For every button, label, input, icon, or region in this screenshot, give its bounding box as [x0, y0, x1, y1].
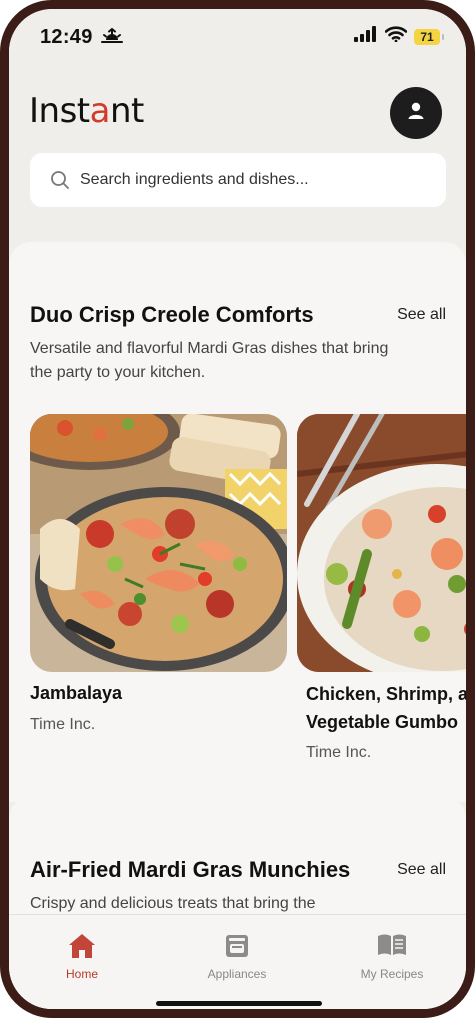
search-bar[interactable]	[30, 153, 446, 207]
battery-indicator: 71	[414, 28, 444, 45]
section-title: Air-Fried Mardi Gras Munchies	[30, 857, 351, 882]
recipe-title[interactable]: Chicken, Shrimp, a Vegetable Gumbo	[306, 680, 469, 736]
section-description: Versatile and flavorful Mardi Gras dishe…	[30, 340, 389, 381]
collection-section: Duo Crisp Creole Comforts See all Versat…	[9, 242, 466, 802]
see-all-link[interactable]: See all	[397, 306, 446, 324]
section-title: Duo Crisp Creole Comforts	[30, 302, 314, 327]
tab-appliances[interactable]: Appliances	[182, 933, 292, 981]
status-time: 12:49	[40, 26, 93, 48]
status-bar: 12:49 71	[9, 23, 466, 55]
book-icon	[337, 933, 447, 961]
wifi-icon	[384, 26, 408, 47]
tab-label: Appliances	[207, 967, 267, 981]
search-icon	[50, 170, 70, 190]
status-indicators: 71	[354, 26, 444, 47]
see-all-link[interactable]: See all	[397, 861, 446, 879]
profile-button[interactable]	[390, 87, 442, 139]
recipe-image-gumbo[interactable]	[297, 414, 466, 672]
section-description: Crispy and delicious treats that bring t…	[30, 895, 316, 912]
recipe-title-line: Vegetable Gumbo	[306, 712, 459, 732]
home-indicator	[156, 1001, 322, 1006]
tab-label: My Recipes	[360, 967, 424, 981]
tab-my-recipes[interactable]: My Recipes	[337, 933, 447, 981]
sunrise-icon	[101, 27, 123, 50]
cellular-signal-icon	[354, 26, 378, 47]
recipe-source: Time Inc.	[30, 716, 96, 733]
home-icon	[27, 933, 137, 961]
search-input[interactable]	[80, 171, 420, 189]
recipe-title-line: Chicken, Shrimp, a	[306, 684, 469, 704]
user-icon	[406, 101, 426, 126]
screen: 12:49 71 Instant Search ingredients and …	[9, 9, 466, 1009]
recipe-title[interactable]: Jambalaya	[30, 679, 122, 707]
tab-home[interactable]: Home	[27, 933, 137, 981]
appliance-icon	[182, 933, 292, 961]
recipe-image-jambalaya[interactable]	[30, 414, 287, 672]
recipe-source: Time Inc.	[306, 744, 372, 761]
app-logo: Instant	[29, 91, 144, 131]
device-frame: 12:49 71 Instant Search ingredients and …	[0, 0, 475, 1018]
tab-label: Home	[65, 967, 98, 981]
